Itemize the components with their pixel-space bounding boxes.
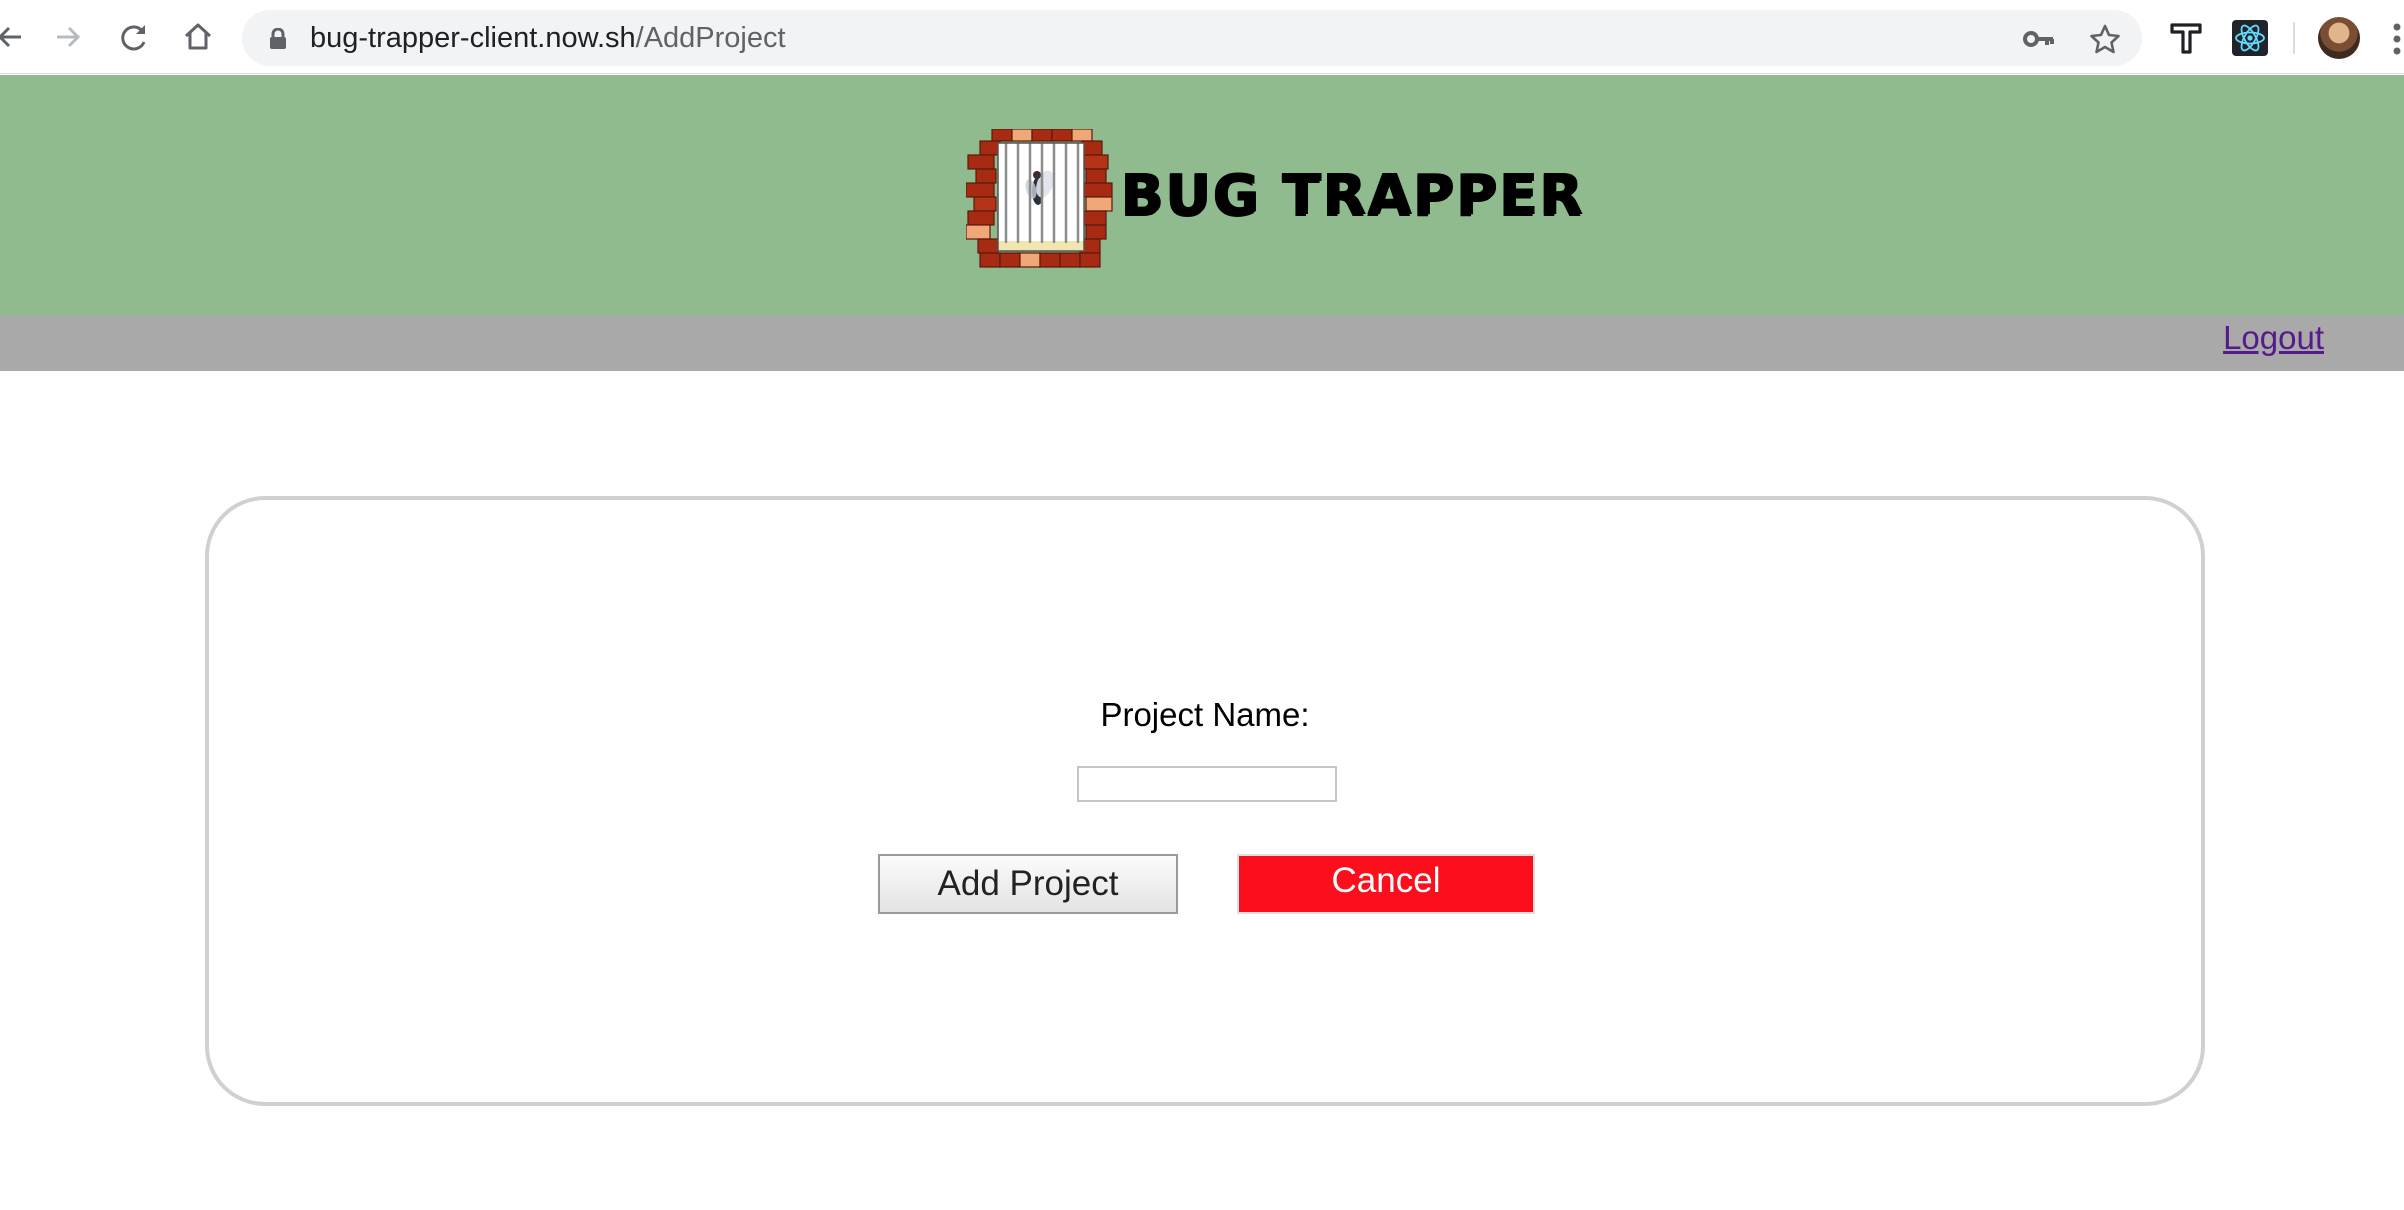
home-button[interactable]: [174, 12, 222, 62]
nav-bar: Logout: [0, 315, 2404, 371]
cancel-button[interactable]: Cancel: [1237, 854, 1535, 914]
reload-button[interactable]: [110, 12, 158, 62]
project-name-label: Project Name:: [1100, 696, 1310, 733]
avatar[interactable]: [2318, 17, 2360, 59]
address-bar[interactable]: bug-trapper-client.now.sh/AddProject: [242, 10, 2142, 66]
t-extension-button[interactable]: [2166, 18, 2206, 58]
site-header: BUG TRAPPER: [0, 75, 2404, 315]
home-icon: [184, 23, 212, 50]
forward-arrow-icon: [57, 26, 81, 48]
key-icon: [2023, 31, 2054, 47]
url-text[interactable]: bug-trapper-client.now.sh/AddProject: [310, 10, 786, 66]
project-name-input[interactable]: [1077, 766, 1337, 802]
add-project-form: Project Name: Add Project Cancel: [205, 496, 2205, 1106]
bookmark-star-button[interactable]: [2088, 22, 2122, 56]
react-extension-icon: [2232, 20, 2268, 56]
url-path: /AddProject: [635, 22, 786, 54]
url-host: bug-trapper-client.now.sh: [310, 22, 636, 54]
t-extension-icon: [2170, 23, 2202, 54]
toolbar-separator: [2293, 22, 2295, 54]
password-key-button[interactable]: [2022, 22, 2056, 56]
lock-icon: [270, 28, 286, 49]
reload-icon: [121, 25, 146, 51]
menu-dots-icon[interactable]: [2392, 22, 2402, 56]
bug-jail-logo-icon: [966, 129, 1113, 268]
forward-button[interactable]: [44, 12, 92, 62]
star-icon: [2090, 24, 2120, 54]
back-arrow-icon: [0, 26, 21, 48]
brand-title: BUG TRAPPER: [1120, 163, 1584, 228]
logout-link[interactable]: Logout: [2223, 315, 2324, 361]
back-button[interactable]: [0, 12, 34, 62]
react-extension-button[interactable]: [2230, 18, 2270, 58]
logo[interactable]: BUG TRAPPER: [966, 129, 1582, 269]
browser-toolbar: bug-trapper-client.now.sh/AddProject: [0, 0, 2404, 74]
add-project-button[interactable]: Add Project: [878, 854, 1178, 914]
